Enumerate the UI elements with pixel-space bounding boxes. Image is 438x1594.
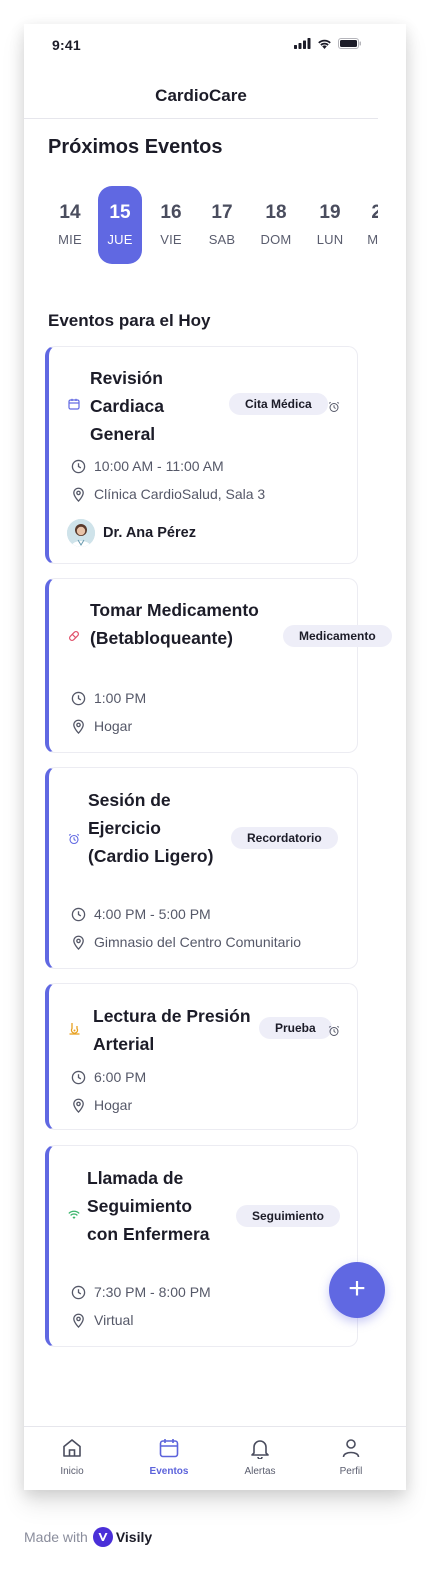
date-weekday: MAR — [367, 232, 378, 247]
event-card[interactable]: Sesión de Ejercicio (Cardio Ligero) Reco… — [45, 767, 358, 969]
date-item[interactable]: 17 SAB — [200, 186, 244, 264]
tab-alertas[interactable]: Alertas — [222, 1437, 298, 1477]
tab-label: Eventos — [149, 1466, 189, 1477]
event-location: Virtual — [71, 1312, 133, 1328]
app-title: CardioCare — [155, 86, 247, 105]
event-location: Clínica CardioSalud, Sala 3 — [71, 486, 265, 502]
event-title: Lectura de Presión Arterial — [93, 1006, 251, 1054]
date-item-selected[interactable]: 15 JUE — [98, 186, 142, 264]
calendar-icon — [67, 398, 81, 413]
date-number: 14 — [59, 202, 81, 223]
tab-perfil[interactable]: Perfil — [313, 1437, 389, 1477]
event-title: Llamada de Seguimiento con Enfermera — [87, 1168, 210, 1244]
add-event-button[interactable]: + — [329, 1262, 385, 1318]
date-weekday: DOM — [260, 232, 292, 247]
clock-icon — [71, 691, 86, 705]
signal-icon — [294, 38, 311, 49]
status-time: 9:41 — [52, 37, 81, 53]
date-number: 16 — [160, 202, 182, 223]
status-icons — [294, 38, 362, 49]
status-bar: 9:41 — [24, 24, 406, 68]
event-time: 10:00 AM - 11:00 AM — [71, 458, 224, 474]
tab-inicio[interactable]: Inicio — [34, 1437, 110, 1477]
pill-icon — [67, 630, 81, 645]
phone-frame: 9:41 CardioCare Próximos Eventos 14 MIE … — [24, 24, 406, 1490]
tab-label: Perfil — [339, 1466, 363, 1477]
plus-icon: + — [348, 1272, 366, 1305]
today-title: Eventos para el Hoy — [48, 311, 211, 330]
date-item[interactable]: 20 MAR — [360, 186, 378, 264]
tab-eventos[interactable]: Eventos — [131, 1437, 207, 1477]
date-number: 20 — [371, 202, 378, 223]
user-icon — [342, 1439, 360, 1458]
calendar-icon — [159, 1439, 179, 1458]
location-pin-icon — [73, 487, 84, 502]
battery-icon — [338, 38, 361, 49]
tab-label: Inicio — [60, 1466, 84, 1477]
date-item[interactable]: 14 MIE — [48, 186, 92, 264]
bottom-tab-bar: Inicio Eventos Alertas Perfil — [24, 1426, 406, 1490]
clock-icon — [71, 459, 86, 473]
clock-icon — [71, 1285, 86, 1299]
event-card[interactable]: Tomar Medicamento (Betabloqueante) Medic… — [45, 578, 392, 753]
avatar — [67, 519, 95, 547]
event-time: 4:00 PM - 5:00 PM — [71, 906, 211, 922]
event-card[interactable]: Revisión Cardiaca General Cita Médica 10… — [45, 346, 358, 564]
visily-logo-icon — [92, 1527, 113, 1547]
clock-icon — [71, 1070, 86, 1084]
alarm-icon — [328, 1025, 340, 1036]
clock-icon — [71, 907, 86, 921]
event-type-badge: Recordatorio — [231, 827, 338, 849]
date-weekday: VIE — [160, 232, 182, 247]
app-header: CardioCare — [24, 74, 378, 119]
wifi-status-icon — [318, 39, 331, 49]
test-icon — [67, 1022, 81, 1038]
date-strip: 14 MIE 15 JUE 16 VIE 17 SAB 18 DOM 19 LU… — [48, 186, 378, 266]
date-item[interactable]: 19 LUN — [308, 186, 352, 264]
date-number: 18 — [265, 202, 287, 223]
made-with-footer[interactable]: Made with Visily — [24, 1527, 152, 1547]
alarm-icon — [328, 401, 340, 412]
event-time: 7:30 PM - 8:00 PM — [71, 1284, 211, 1300]
date-item[interactable]: 16 VIE — [149, 186, 193, 264]
tab-label: Alertas — [244, 1466, 276, 1477]
location-pin-icon — [73, 935, 84, 950]
date-number: 17 — [211, 202, 233, 223]
visily-brand: Visily — [115, 1529, 153, 1545]
date-weekday: LUN — [316, 232, 344, 247]
event-time: 1:00 PM — [71, 690, 146, 706]
doctor-name: Dr. Ana Pérez — [103, 525, 196, 541]
date-number: 19 — [319, 202, 341, 223]
event-title: Revisión Cardiaca General — [90, 368, 164, 444]
date-weekday: JUE — [107, 232, 133, 247]
location-pin-icon — [73, 1313, 84, 1328]
event-type-badge: Cita Médica — [229, 393, 328, 415]
event-location: Hogar — [71, 718, 132, 734]
date-weekday: MIE — [58, 232, 82, 247]
event-card[interactable]: Lectura de Presión Arterial Prueba 6:00 … — [45, 983, 358, 1130]
date-item[interactable]: 18 DOM — [254, 186, 298, 264]
event-card[interactable]: Llamada de Seguimiento con Enfermera Seg… — [45, 1145, 358, 1347]
date-number: 15 — [109, 202, 131, 223]
event-doctor: Dr. Ana Pérez — [67, 519, 196, 547]
event-title: Tomar Medicamento (Betabloqueante) — [90, 600, 259, 648]
location-pin-icon — [73, 719, 84, 734]
home-icon — [63, 1439, 81, 1457]
alarm-icon — [67, 833, 81, 848]
event-location: Gimnasio del Centro Comunitario — [71, 934, 301, 950]
location-pin-icon — [73, 1098, 84, 1113]
wifi-icon — [67, 1210, 81, 1223]
bell-icon — [251, 1440, 269, 1460]
upcoming-title: Próximos Eventos — [48, 136, 223, 158]
date-weekday: SAB — [208, 232, 236, 247]
made-with-text: Made with — [24, 1529, 88, 1545]
event-title: Sesión de Ejercicio (Cardio Ligero) — [88, 790, 214, 866]
event-type-badge: Prueba — [259, 1017, 332, 1039]
event-type-badge: Seguimiento — [236, 1205, 341, 1227]
event-time: 6:00 PM — [71, 1069, 146, 1085]
event-type-badge: Medicamento — [283, 625, 392, 647]
event-location: Hogar — [71, 1097, 132, 1113]
